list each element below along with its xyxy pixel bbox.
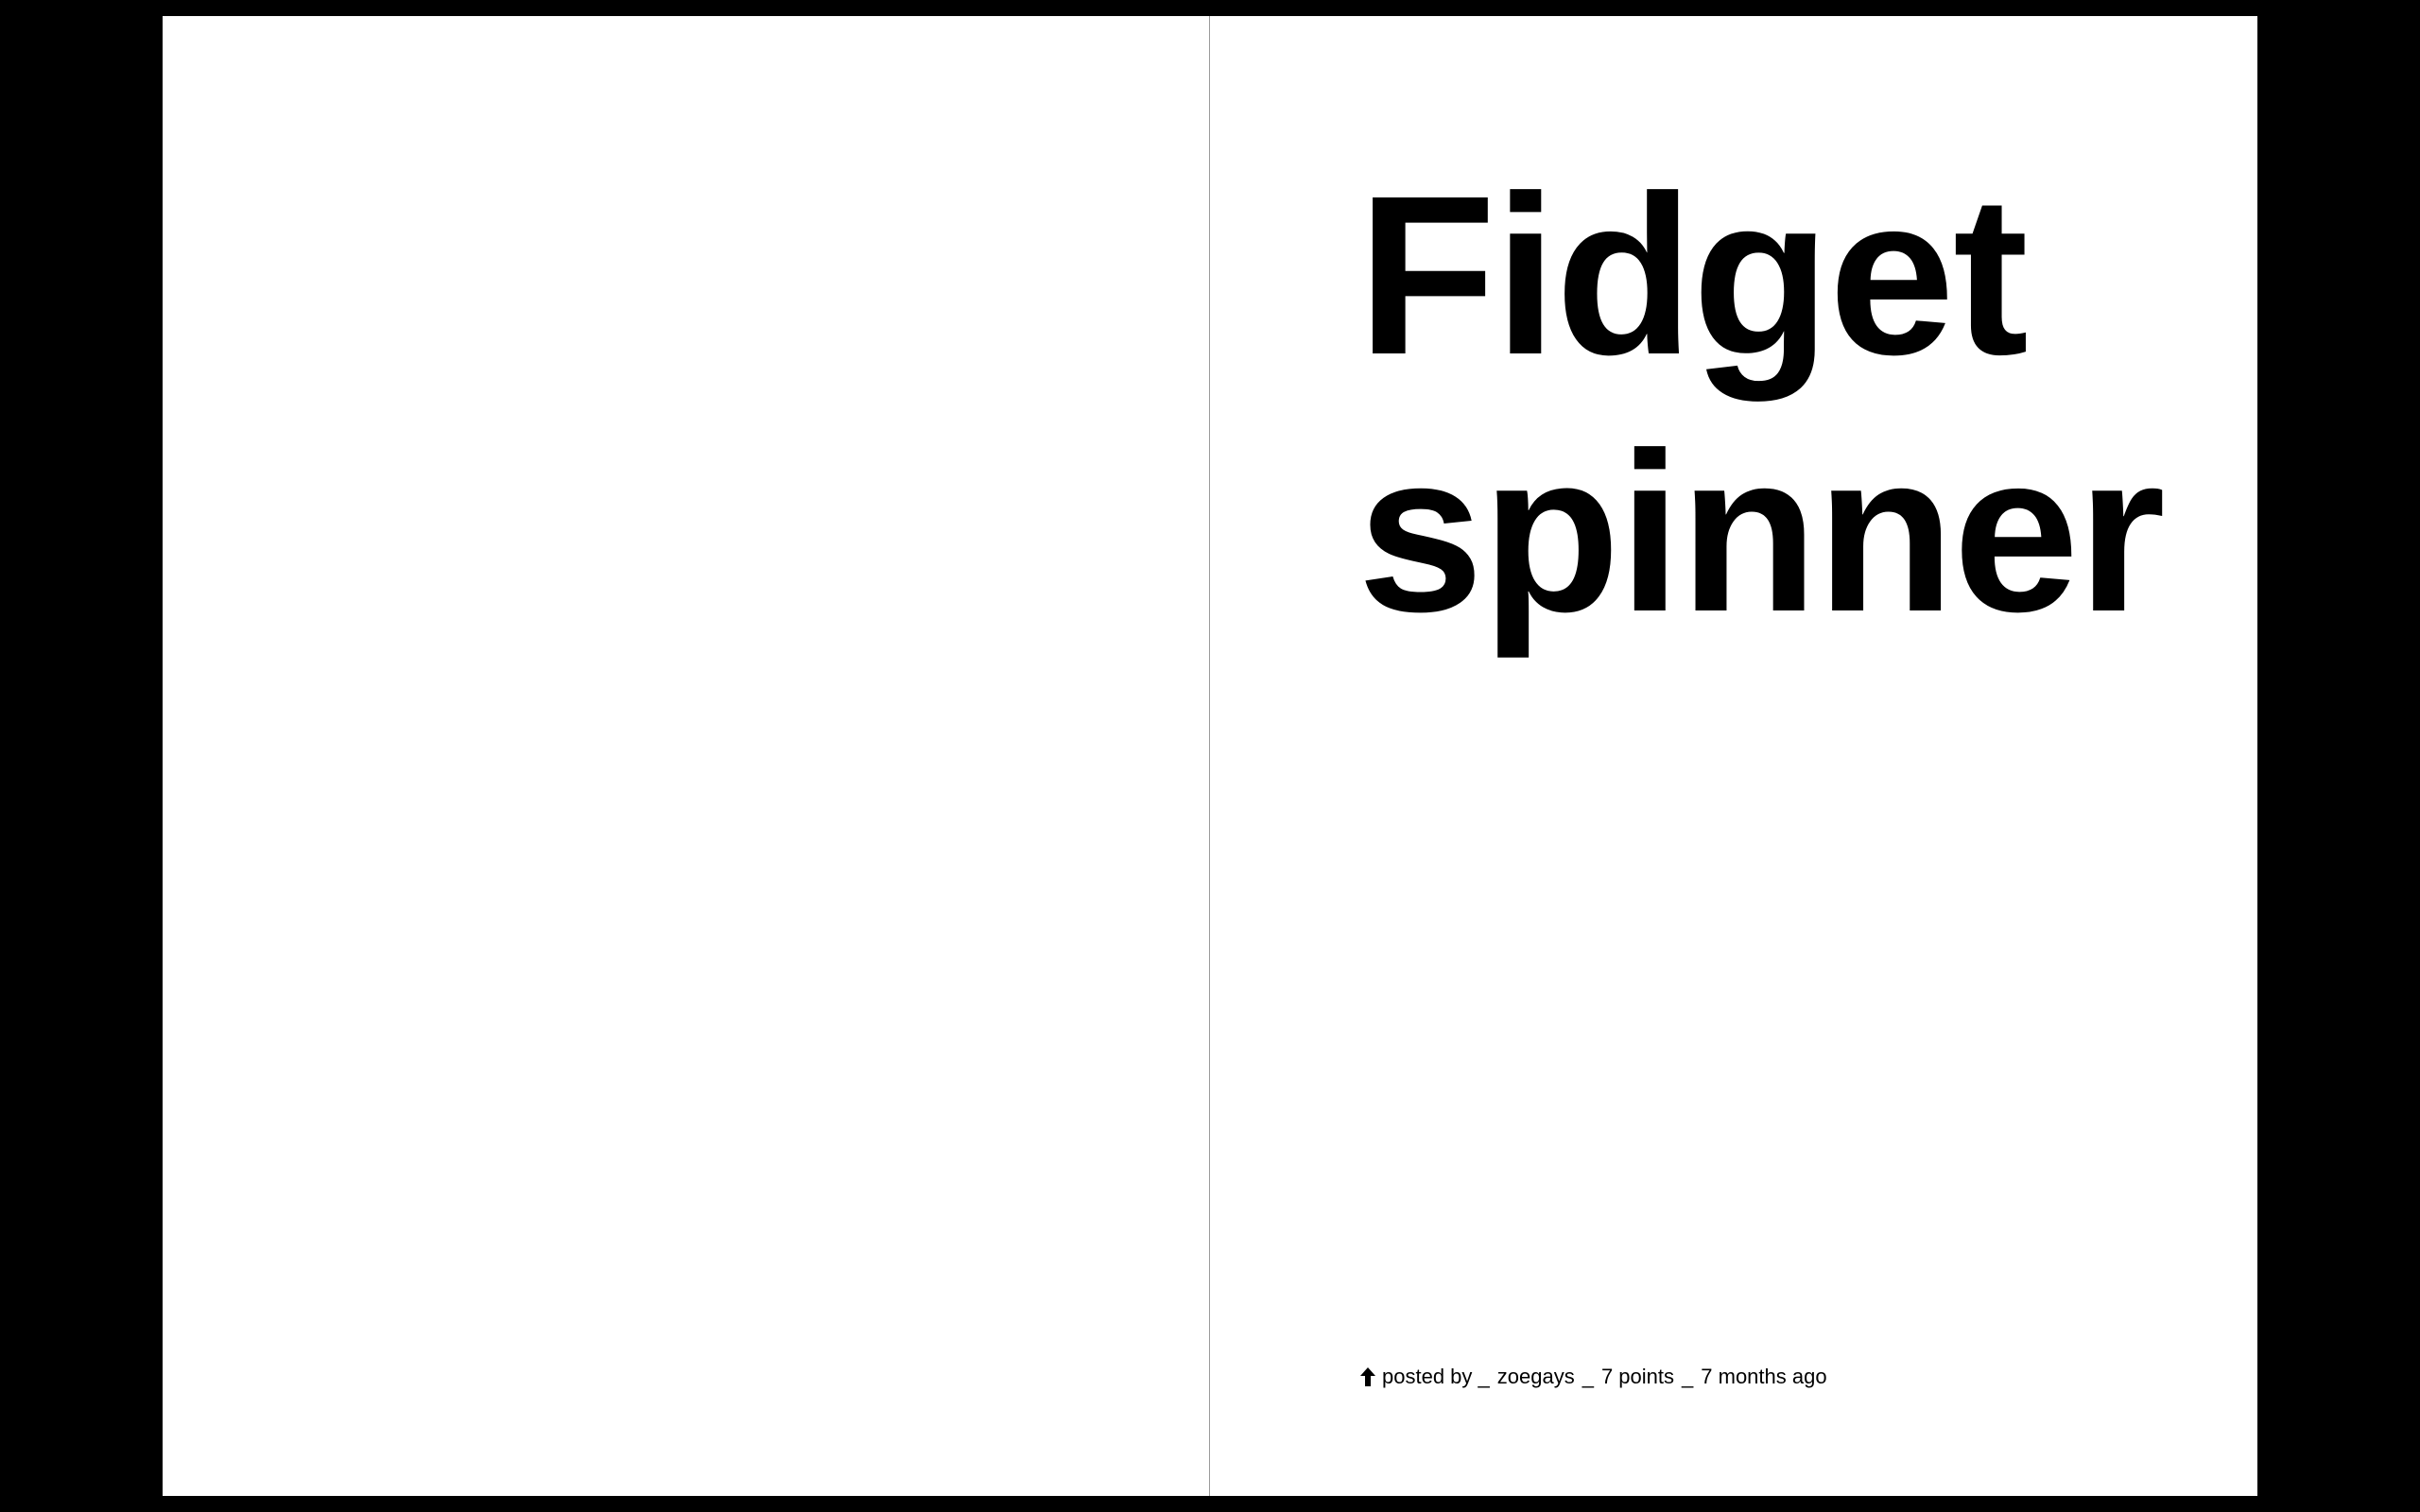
author-link[interactable]: zoegays: [1497, 1363, 1575, 1391]
arrow-up-icon[interactable]: [1357, 1365, 1378, 1389]
post-title: Fidget spinner: [1357, 146, 2208, 661]
book-spread: Fidget spinner posted by _ zoegays _ 7 p…: [163, 16, 2257, 1496]
post-age: 7 months ago: [1701, 1365, 1827, 1388]
meta-separator: _: [1682, 1365, 1694, 1388]
post-title-line-2: spinner: [1357, 405, 2166, 659]
post-title-line-1: Fidget: [1357, 148, 2029, 402]
meta-separator: _: [1582, 1365, 1594, 1388]
posted-by-label: posted by _: [1382, 1365, 1490, 1388]
viewport: Fidget spinner posted by _ zoegays _ 7 p…: [0, 0, 2420, 1512]
left-page: [163, 16, 1210, 1496]
post-meta: posted by _ zoegays _ 7 points _ 7 month…: [1357, 1363, 1827, 1391]
points-count: 7 points: [1600, 1365, 1675, 1388]
right-page: Fidget spinner posted by _ zoegays _ 7 p…: [1210, 16, 2256, 1496]
